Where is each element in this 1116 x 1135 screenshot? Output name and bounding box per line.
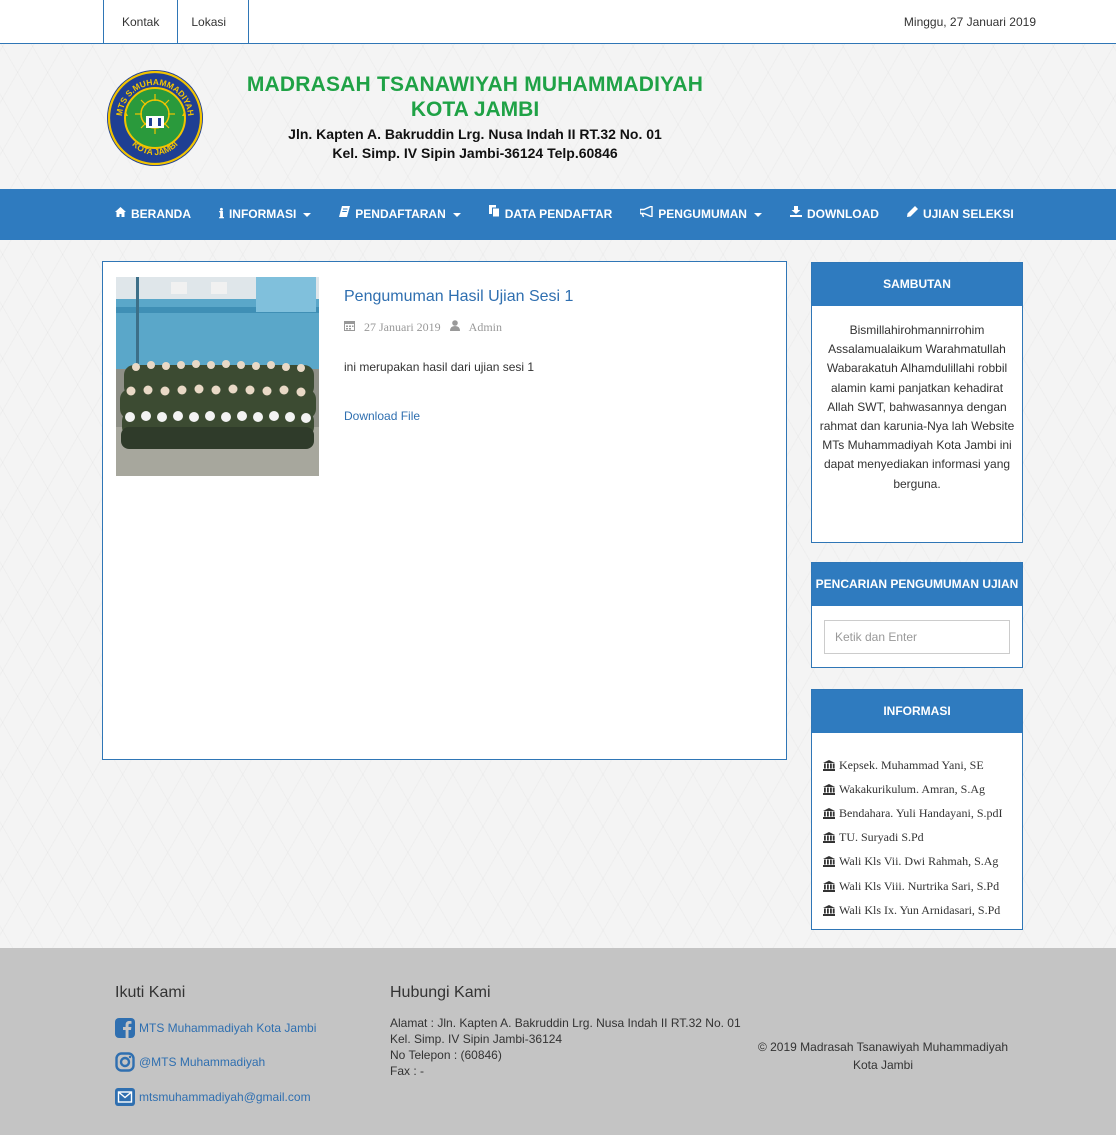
list-item: Wali Kls Ix. Yun Arnidasari, S.Pd xyxy=(823,898,1022,922)
staff-name: TU. Suryadi S.Pd xyxy=(839,830,924,845)
nav-item-download[interactable]: DOWNLOAD xyxy=(776,189,893,240)
list-item: TU. Suryadi S.Pd xyxy=(823,826,1022,850)
lokasi-link[interactable]: Lokasi xyxy=(177,0,250,44)
bullhorn-icon xyxy=(639,189,653,240)
follow-us-title: Ikuti Kami xyxy=(115,984,186,1001)
school-name-line1: MADRASAH TSANAWIYAH MUHAMMADIYAH xyxy=(246,73,704,96)
top-links: Kontak Lokasi xyxy=(103,0,250,44)
search-input[interactable] xyxy=(824,620,1010,654)
informasi-widget: INFORMASI Kepsek. Muhammad Yani, SE Waka… xyxy=(811,689,1023,930)
kontak-link[interactable]: Kontak xyxy=(103,0,177,44)
main-navbar: BERANDA ℹ INFORMASI PENDAFTARAN DATA PEN… xyxy=(0,189,1116,240)
nav-label-ujian-seleksi: UJIAN SELEKSI xyxy=(922,207,1014,221)
list-item: Wali Kls Vii. Dwi Rahmah, S.Ag xyxy=(823,850,1022,874)
email-label: mtsmuhammadiyah@gmail.com xyxy=(139,1090,311,1104)
bank-icon xyxy=(823,807,835,819)
nav-item-pendaftaran[interactable]: PENDAFTARAN xyxy=(325,189,474,240)
bank-icon xyxy=(823,783,835,795)
informasi-title: INFORMASI xyxy=(812,690,1022,733)
facebook-link[interactable]: MTS Muhammadiyah Kota Jambi xyxy=(115,1018,316,1038)
site-header: MTS S.MUHAMMADIYAH KOTA JAMBI MADRASAH T… xyxy=(0,45,1116,189)
list-item: Wali Kls Viii. Nurtrika Sari, S.Pd xyxy=(823,874,1022,898)
contact-fax: Fax : - xyxy=(390,1064,425,1078)
school-name-block: MADRASAH TSANAWIYAH MUHAMMADIYAH KOTA JA… xyxy=(200,73,750,161)
download-icon xyxy=(789,189,802,240)
post-photo[interactable] xyxy=(116,277,319,476)
search-widget-title: PENCARIAN PENGUMUMAN UJIAN xyxy=(812,563,1022,606)
list-item: Wakakurikulum. Amran, S.Ag xyxy=(823,777,1022,801)
contact-info: Alamat : Jln. Kapten A. Bakruddin Lrg. N… xyxy=(390,1015,741,1079)
book-icon xyxy=(339,189,351,240)
pencil-icon xyxy=(906,189,918,240)
nav-label-data-pendaftar: DATA PENDAFTAR xyxy=(504,207,613,221)
chevron-down-icon xyxy=(303,212,312,217)
copy-icon xyxy=(488,189,500,240)
main-content-panel: Pengumuman Hasil Ujian Sesi 1 27 Januari… xyxy=(102,261,787,760)
school-name-line2: KOTA JAMBI xyxy=(410,98,540,121)
search-widget: PENCARIAN PENGUMUMAN UJIAN xyxy=(811,562,1023,668)
instagram-label: @MTS Muhammadiyah xyxy=(139,1055,266,1069)
bank-icon xyxy=(823,880,835,892)
nav-label-informasi: INFORMASI xyxy=(228,207,297,221)
copyright-line1: © 2019 Madrasah Tsanawiyah Muhammadiyah xyxy=(757,1040,1009,1054)
nav-menu: BERANDA ℹ INFORMASI PENDAFTARAN DATA PEN… xyxy=(103,189,1028,240)
post-title-link[interactable]: Pengumuman Hasil Ujian Sesi 1 xyxy=(344,288,573,306)
nav-label-download: DOWNLOAD xyxy=(806,207,879,221)
site-footer: Ikuti Kami MTS Muhammadiyah Kota Jambi @… xyxy=(0,948,1116,1135)
nav-item-informasi[interactable]: ℹ INFORMASI xyxy=(205,189,325,240)
current-date: Minggu, 27 Januari 2019 xyxy=(903,15,1036,29)
top-bar: Kontak Lokasi Minggu, 27 Januari 2019 xyxy=(0,0,1116,44)
user-icon xyxy=(449,320,463,334)
sambutan-widget: SAMBUTAN Bismillahirohmannirrohim Assala… xyxy=(811,262,1023,543)
nav-label-beranda: BERANDA xyxy=(131,207,191,221)
facebook-icon xyxy=(115,1018,135,1038)
instagram-icon xyxy=(115,1052,135,1072)
envelope-icon xyxy=(115,1088,135,1106)
download-file-link[interactable]: Download File xyxy=(344,409,420,423)
staff-name: Wali Kls Viii. Nurtrika Sari, S.Pd xyxy=(839,878,1000,893)
info-icon: ℹ xyxy=(219,207,224,222)
staff-name: Wakakurikulum. Amran, S.Ag xyxy=(839,781,986,796)
calendar-icon xyxy=(344,320,358,334)
list-item: Kepsek. Muhammad Yani, SE xyxy=(823,753,1022,777)
staff-name: Wali Kls Ix. Yun Arnidasari, S.Pd xyxy=(839,902,1001,917)
home-icon xyxy=(115,189,126,240)
bank-icon xyxy=(823,856,835,868)
bank-icon xyxy=(823,904,835,916)
facebook-label: MTS Muhammadiyah Kota Jambi xyxy=(139,1021,317,1035)
contact-phone: No Telepon : (60846) xyxy=(390,1048,502,1062)
bank-icon xyxy=(823,759,835,771)
nav-item-data-pendaftar[interactable]: DATA PENDAFTAR xyxy=(475,189,627,240)
copyright: © 2019 Madrasah Tsanawiyah Muhammadiyah … xyxy=(752,1038,1014,1074)
contact-us-title: Hubungi Kami xyxy=(390,984,491,1001)
chevron-down-icon xyxy=(452,212,461,217)
contact-address-2: Kel. Simp. IV Sipin Jambi-36124 xyxy=(390,1032,563,1046)
sambutan-text: Bismillahirohmannirrohim Assalamualaikum… xyxy=(819,323,1015,491)
chevron-down-icon xyxy=(753,212,762,217)
copyright-line2: Kota Jambi xyxy=(852,1058,914,1072)
list-item: Bendahara. Yuli Handayani, S.pdI xyxy=(823,801,1022,825)
post-excerpt: ini merupakan hasil dari ujian sesi 1 xyxy=(344,360,535,374)
post-meta: 27 Januari 2019 Admin xyxy=(344,320,508,335)
post-date: 27 Januari 2019 xyxy=(364,320,441,334)
nav-label-pengumuman: PENGUMUMAN xyxy=(658,207,747,221)
staff-name: Kepsek. Muhammad Yani, SE xyxy=(839,757,984,772)
staff-name: Wali Kls Vii. Dwi Rahmah, S.Ag xyxy=(839,854,999,869)
nav-item-ujian-seleksi[interactable]: UJIAN SELEKSI xyxy=(893,189,1028,240)
school-logo[interactable]: MTS S.MUHAMMADIYAH KOTA JAMBI xyxy=(104,54,206,182)
contact-address: Alamat : Jln. Kapten A. Bakruddin Lrg. N… xyxy=(390,1016,741,1030)
nav-item-beranda[interactable]: BERANDA xyxy=(103,189,205,240)
school-address-line1: Jln. Kapten A. Bakruddin Lrg. Nusa Indah… xyxy=(288,126,662,142)
bank-icon xyxy=(823,832,835,844)
nav-label-pendaftaran: PENDAFTARAN xyxy=(355,207,446,221)
instagram-link[interactable]: @MTS Muhammadiyah xyxy=(115,1052,265,1072)
email-link[interactable]: mtsmuhammadiyah@gmail.com xyxy=(115,1088,311,1106)
staff-list: Kepsek. Muhammad Yani, SE Wakakurikulum.… xyxy=(812,733,1022,922)
sambutan-title: SAMBUTAN xyxy=(812,263,1022,306)
post-author: Admin xyxy=(468,320,502,334)
nav-item-pengumuman[interactable]: PENGUMUMAN xyxy=(626,189,776,240)
staff-name: Bendahara. Yuli Handayani, S.pdI xyxy=(839,805,1003,820)
school-address-line2: Kel. Simp. IV Sipin Jambi-36124 Telp.608… xyxy=(332,145,618,161)
